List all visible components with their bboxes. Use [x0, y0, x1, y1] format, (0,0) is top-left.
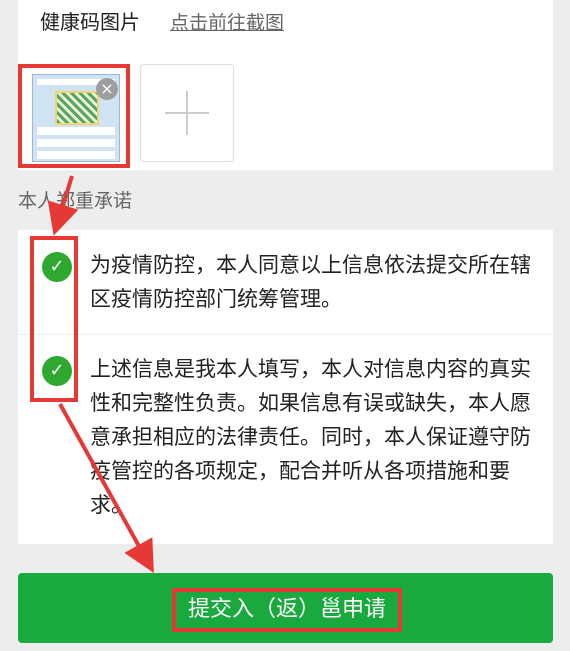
annotation-arrows [47, 175, 154, 573]
